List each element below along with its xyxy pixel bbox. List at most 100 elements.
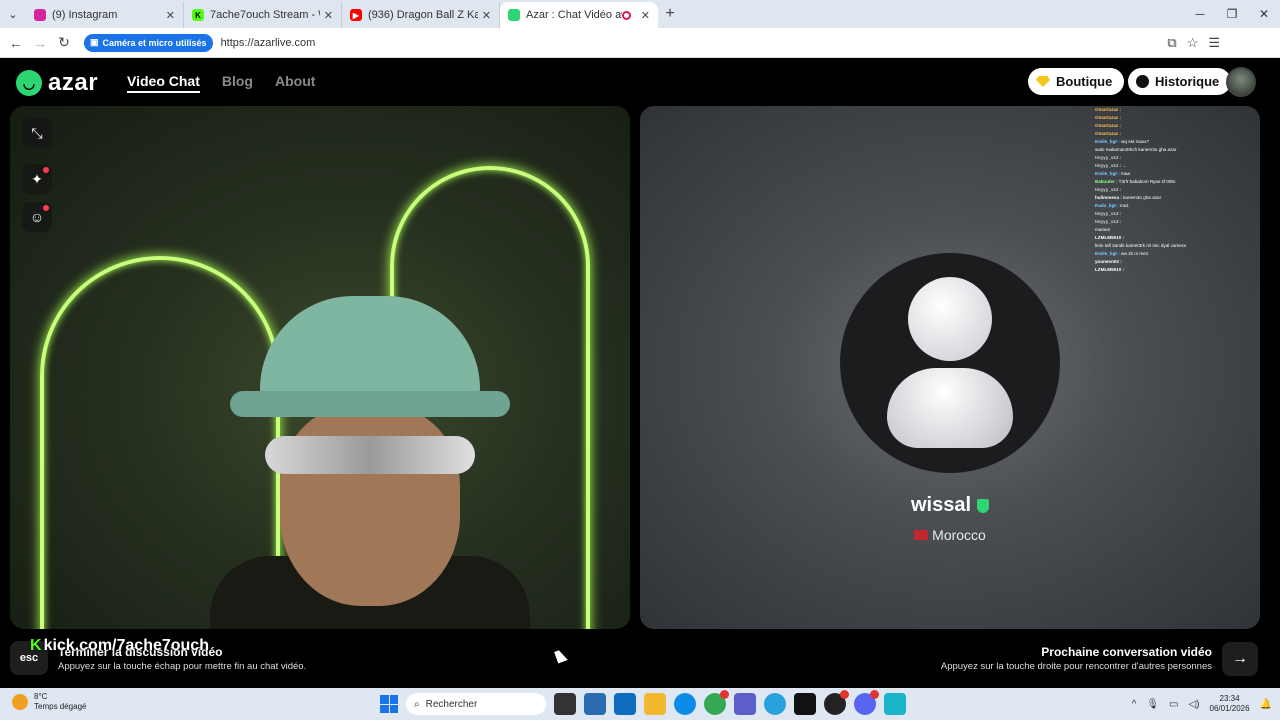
person-cap [260, 296, 480, 406]
instagram-icon [34, 9, 46, 21]
boutique-label: Boutique [1056, 74, 1113, 89]
reading-list-icon[interactable]: ☰ [1208, 35, 1220, 51]
chat-username: hulimmesa : [1095, 195, 1122, 200]
chat-message: ma1 [1120, 203, 1129, 208]
chrome-icon[interactable] [704, 690, 729, 715]
camera-pill-label: Caméra et micro utilisés [102, 37, 207, 48]
chat-line: Rada_bgt : ma1 [1095, 202, 1255, 210]
tab-azar[interactable]: Azar : Chat Vidéo avec de n ✕ [500, 2, 658, 28]
close-tab-icon[interactable]: ✕ [482, 9, 491, 22]
chat-line: Emile_bgt : wa zb m me1 [1095, 250, 1255, 258]
tab-youtube[interactable]: ▶ (936) Dragon Ball Z Kai - Space ✕ [342, 2, 500, 28]
azar-logo-icon: ◡ [16, 70, 42, 96]
profile-avatar[interactable] [1226, 67, 1256, 97]
nav-video-chat[interactable]: Video Chat [127, 73, 200, 93]
tab-kick[interactable]: K 7ache7ouch Stream - Watch Li ✕ [184, 2, 342, 28]
partner-name-row: wissal [640, 494, 1260, 517]
minimize-video-icon[interactable]: ⤡ [22, 118, 52, 148]
chat-username: tmyyy_x13 : [1095, 211, 1122, 216]
effects-sparkle-icon[interactable]: ✦ [22, 164, 52, 194]
chat-username: tmyyy_x12 : [1095, 163, 1122, 168]
arrow-right-icon: → [1232, 650, 1248, 667]
chat-line: Omartazaz : [1095, 130, 1255, 138]
camera-in-use-pill[interactable]: ▣ Caméra et micro utilisés [84, 33, 213, 52]
discord-icon[interactable] [854, 690, 879, 715]
chat-message: mariam [1095, 227, 1111, 232]
search-icon: ⌕ [414, 698, 420, 710]
teams-icon[interactable] [734, 693, 756, 715]
face-filter-icon[interactable]: ☺ [22, 202, 52, 232]
app-header: ◡ azar Video Chat Blog About Boutique Hi… [0, 58, 1280, 106]
avatar-body [887, 368, 1013, 448]
kick-icon: K [30, 637, 42, 654]
url-field[interactable]: https://azarlive.com [221, 37, 316, 49]
next-chat-hint: Appuyez sur la touche droite pour rencon… [940, 661, 1212, 672]
task-view-icon[interactable] [554, 693, 576, 715]
app-window-icon[interactable] [884, 693, 906, 715]
install-app-icon[interactable]: ⧉ [1167, 35, 1176, 51]
youtube-icon: ▶ [350, 9, 362, 21]
close-tab-icon[interactable]: ✕ [324, 9, 333, 22]
chat-message: lmin tafi 3andk kamer3rk ml mic dyal cam… [1095, 243, 1186, 248]
close-tab-icon[interactable]: ✕ [641, 9, 650, 22]
windows-taskbar: 8°C Temps dégagé ⌕ Rechercher ^ 🎙 ▭ ◁) 2… [0, 688, 1280, 720]
chat-line: tmyyy_x13 : [1095, 218, 1255, 226]
chat-username: younesn02 : [1095, 259, 1122, 264]
new-tab-button[interactable]: + [658, 5, 682, 23]
chat-line: Emile_bgt : wq est maxx? [1095, 138, 1255, 146]
reload-icon[interactable]: ↻ [52, 34, 76, 51]
obs-icon[interactable] [824, 690, 849, 715]
outlook-icon[interactable] [614, 693, 636, 715]
self-webcam-person [180, 296, 540, 629]
forward-arrow-icon[interactable]: → [28, 35, 52, 51]
tab-title: (9) Instagram [52, 9, 118, 21]
terminal-icon[interactable] [794, 693, 816, 715]
azar-logo[interactable]: ◡ azar [16, 69, 98, 97]
taskbar-clock[interactable]: 23:34 06/01/2026 [1210, 694, 1250, 714]
notification-bell-icon[interactable]: 🔔 [1260, 699, 1272, 710]
store-icon[interactable] [584, 693, 606, 715]
restore-icon[interactable]: ❐ [1216, 0, 1248, 28]
address-actions: ⧉ ☆ ☰ [1167, 28, 1220, 58]
tab-title: (936) Dragon Ball Z Kai - Space [368, 9, 478, 21]
back-arrow-icon[interactable]: ← [4, 35, 28, 51]
partner-country: Morocco [932, 527, 986, 543]
file-explorer-icon[interactable] [644, 693, 666, 715]
morocco-flag-icon [914, 530, 929, 540]
microphone-icon[interactable]: 🎙 [1146, 699, 1159, 710]
chat-line: walo makaman3rkch kanem3o gha azar [1095, 146, 1255, 154]
minimize-icon[interactable]: ─ [1184, 0, 1216, 28]
chat-username: Bakuuler : [1095, 179, 1118, 184]
close-window-icon[interactable]: ✕ [1248, 0, 1280, 28]
weather-widget[interactable]: 8°C Temps dégagé [12, 692, 86, 712]
moon-weather-icon [12, 694, 28, 710]
chat-line: mariam [1095, 226, 1255, 234]
tab-instagram[interactable]: (9) Instagram ✕ [26, 2, 184, 28]
person-sunglasses [265, 436, 475, 474]
historique-button[interactable]: Historique [1128, 68, 1232, 95]
chat-message: wa zb m me1 [1121, 251, 1149, 256]
tab-title: Azar : Chat Vidéo avec de n [526, 9, 622, 21]
chat-username: Omartazaz : [1095, 115, 1122, 120]
close-tab-icon[interactable]: ✕ [166, 9, 175, 22]
next-chat-button[interactable]: → [1222, 642, 1258, 676]
edge-icon[interactable] [674, 693, 696, 715]
bookmark-star-icon[interactable]: ☆ [1187, 35, 1199, 51]
telegram-icon[interactable] [764, 693, 786, 715]
boutique-button[interactable]: Boutique [1028, 68, 1125, 95]
chat-username: Emile_bgt : [1095, 251, 1120, 256]
chat-line: tmyyy_x12 : [1095, 154, 1255, 162]
network-icon[interactable]: ▭ [1169, 699, 1178, 710]
partner-video-panel: wissal Morocco Omartazaz : Omartazaz : O… [640, 106, 1260, 629]
chat-message: wq est maxx? [1121, 139, 1150, 144]
azar-icon [508, 9, 520, 21]
volume-icon[interactable]: ◁) [1188, 699, 1199, 710]
tab-search-chevron-icon[interactable]: ⌄ [0, 0, 26, 28]
chat-line: tmyyy_x12 : [1095, 186, 1255, 194]
tray-chevron-icon[interactable]: ^ [1132, 699, 1137, 710]
windows-start-icon[interactable] [380, 695, 398, 713]
taskbar-search[interactable]: ⌕ Rechercher [406, 693, 546, 715]
search-placeholder: Rechercher [425, 698, 478, 710]
nav-about[interactable]: About [275, 73, 315, 93]
nav-blog[interactable]: Blog [222, 73, 253, 93]
